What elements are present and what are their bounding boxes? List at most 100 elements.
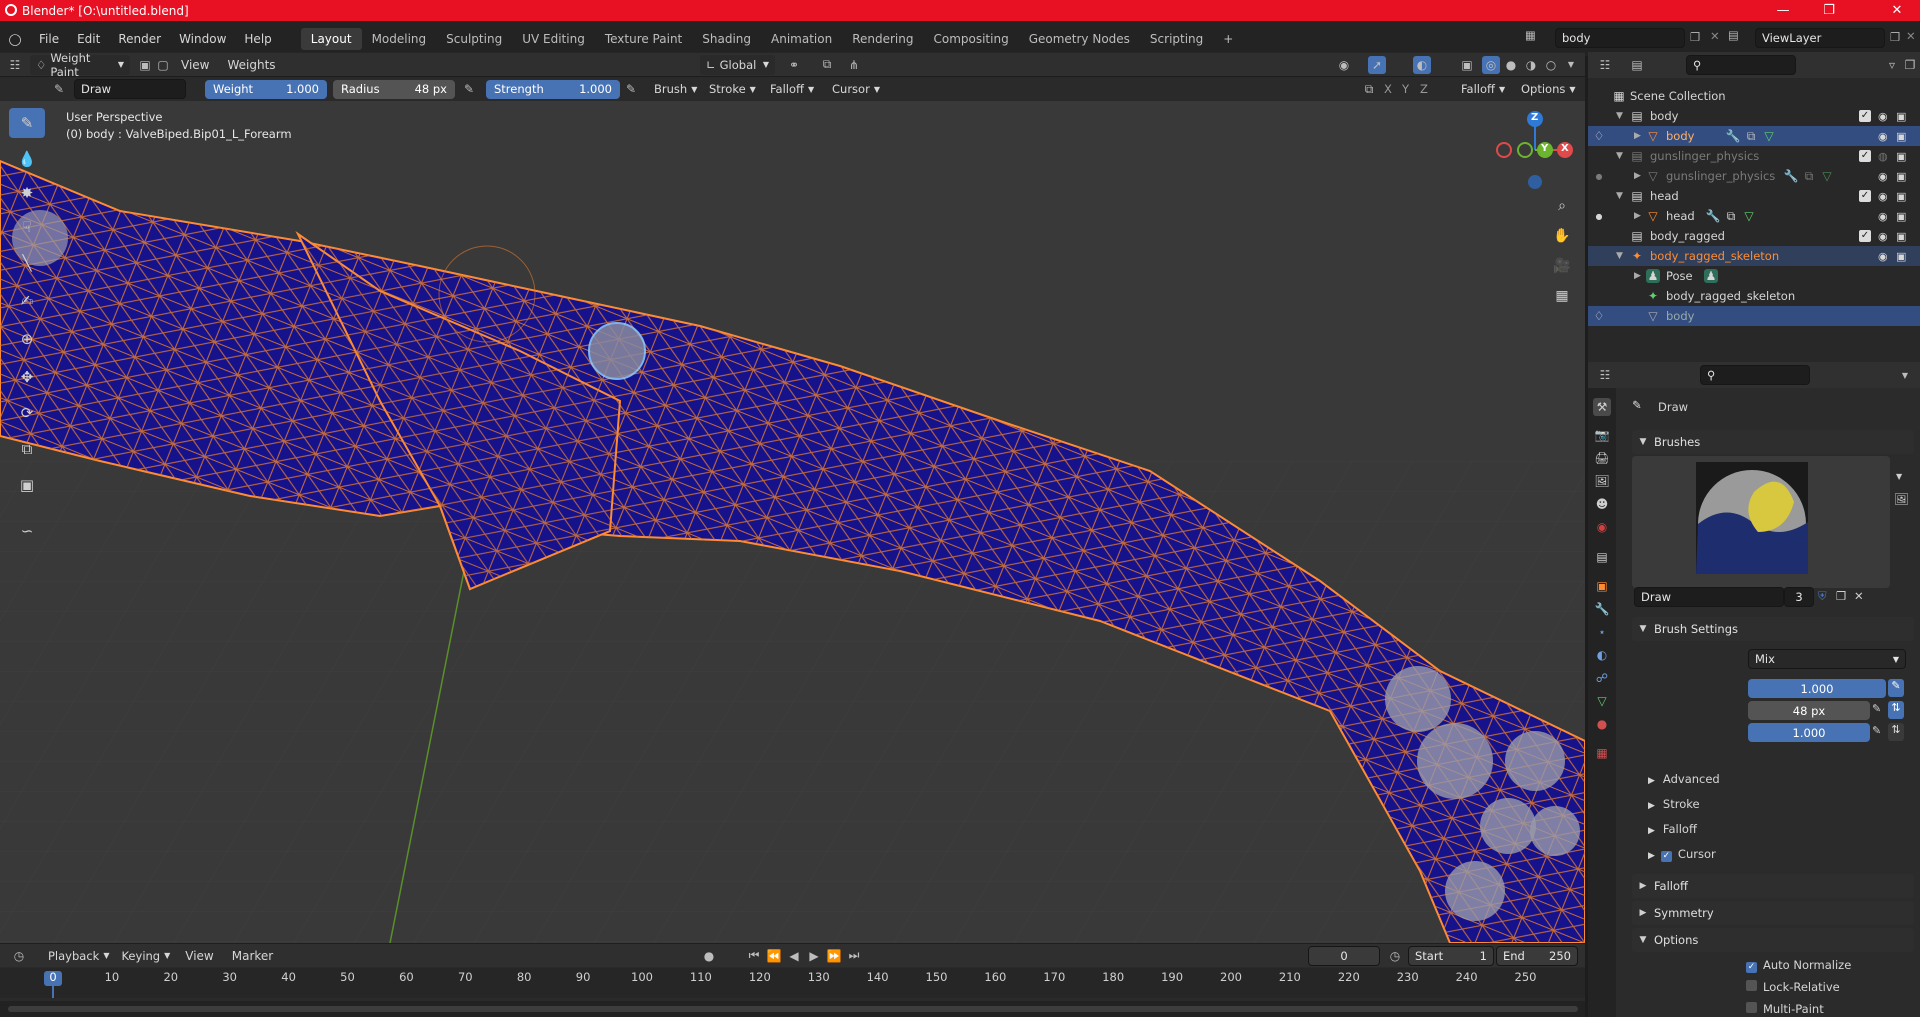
play-reverse-icon[interactable]: ◀: [785, 947, 803, 965]
record-icon[interactable]: ●: [700, 947, 718, 965]
gradient-tool-icon[interactable]: ╲: [9, 248, 45, 278]
playback-menu[interactable]: Playback ▼: [42, 946, 115, 966]
visibility-eye-icon[interactable]: ◉: [1878, 130, 1888, 143]
strength-unit-icon[interactable]: ⇅: [1888, 723, 1904, 741]
radius-slider[interactable]: Radius 48 px: [333, 79, 455, 99]
visibility-selectability-icon[interactable]: ◉: [1335, 56, 1353, 74]
duplicate-brush-icon[interactable]: ❐: [1836, 589, 1846, 603]
exclude-checkbox[interactable]: ✓: [1859, 230, 1871, 242]
multi-paint-checkbox[interactable]: [1746, 1002, 1757, 1013]
texture-tab-icon[interactable]: ▦: [1593, 744, 1611, 762]
outliner-search-field[interactable]: ⚲: [1686, 55, 1796, 75]
menu-weights[interactable]: Weights: [218, 58, 284, 72]
editor-type-icon[interactable]: ☷: [1596, 366, 1614, 384]
filter-icon[interactable]: ▿: [1883, 56, 1901, 74]
render-camera-icon[interactable]: ▣: [1896, 210, 1906, 223]
play-icon[interactable]: ▶: [805, 947, 823, 965]
cursor-checkbox[interactable]: ✓: [1660, 851, 1672, 862]
outliner-row-collection-gunslinger[interactable]: ▼ ▤ gunslinger_physics ✓ ◍ ▣: [1588, 146, 1920, 166]
visibility-eye-icon[interactable]: ◉: [1878, 190, 1888, 203]
auto-normalize-option[interactable]: ✓ Auto Normalize: [1746, 958, 1851, 973]
gizmo-toggle-icon[interactable]: ➚: [1368, 55, 1386, 74]
stroke-menu[interactable]: Stroke ▼: [703, 79, 762, 99]
lock-relative-checkbox[interactable]: [1746, 980, 1757, 991]
pivot-icon[interactable]: ⚭: [785, 56, 803, 74]
visibility-eye-icon[interactable]: ◉: [1878, 250, 1888, 263]
workspace-tab-modeling[interactable]: Modeling: [362, 28, 437, 50]
particles-tab-icon[interactable]: ⋆: [1593, 623, 1611, 641]
brush-menu[interactable]: Brush ▼: [648, 79, 703, 99]
pressure-strength-icon[interactable]: ✎: [622, 80, 640, 98]
vertex-select-icon[interactable]: ▢: [154, 56, 172, 74]
bone-joint-sphere[interactable]: [1505, 731, 1565, 791]
options-menu[interactable]: Options ▼: [1515, 79, 1582, 99]
falloff-section-header[interactable]: ▶ Falloff: [1632, 874, 1914, 898]
strength-slider[interactable]: 1.000: [1748, 723, 1870, 742]
xray-toggle-icon[interactable]: ▣: [1458, 56, 1476, 74]
material-tab-icon[interactable]: ●: [1593, 715, 1611, 733]
visibility-eye-closed-icon[interactable]: ◍: [1878, 150, 1888, 163]
bone-joint-sphere[interactable]: [1385, 666, 1451, 732]
weight-paint-mode-icon[interactable]: ♢: [1592, 129, 1606, 143]
current-frame-field[interactable]: 0: [1308, 946, 1380, 966]
blender-menu-icon[interactable]: ◯: [0, 32, 30, 46]
workspace-tab-scripting[interactable]: Scripting: [1140, 28, 1213, 50]
weight-paint-mode-icon[interactable]: ♢: [1592, 309, 1606, 323]
navigation-gizmo[interactable]: Z Y X: [1490, 105, 1580, 195]
menu-file[interactable]: File: [30, 32, 68, 46]
editor-type-icon[interactable]: ☷: [6, 56, 24, 74]
move-tool-icon[interactable]: ✥: [9, 362, 45, 392]
annotate-tool-icon[interactable]: ∽: [9, 516, 45, 546]
workspace-tab-layout[interactable]: Layout: [300, 27, 362, 50]
menu-view[interactable]: View: [172, 58, 218, 72]
bone-joint-sphere[interactable]: [588, 322, 646, 380]
exclude-checkbox[interactable]: ✓: [1859, 190, 1871, 202]
draw-tool-icon[interactable]: ✎: [9, 108, 45, 138]
keying-menu[interactable]: Keying ▼: [115, 946, 176, 966]
sample-weight-tool-icon[interactable]: ✍: [9, 286, 45, 316]
symmetry-section-header[interactable]: ▶ Symmetry: [1632, 901, 1914, 925]
next-keyframe-icon[interactable]: ⏩: [825, 947, 843, 965]
view-layer-tab-icon[interactable]: 🖼: [1593, 472, 1611, 490]
render-camera-icon[interactable]: ▣: [1896, 170, 1906, 183]
rendered-shading-icon[interactable]: ○: [1542, 56, 1560, 74]
lock-relative-option[interactable]: Lock-Relative: [1746, 980, 1840, 994]
scale-tool-icon[interactable]: ⧉: [9, 434, 45, 464]
expand-arrow-icon[interactable]: ▶: [1634, 271, 1641, 281]
bone-joint-sphere[interactable]: [1417, 723, 1493, 799]
exclude-checkbox[interactable]: ✓: [1859, 150, 1871, 162]
brush-name-field[interactable]: Draw: [74, 79, 186, 99]
shading-options-icon[interactable]: ▼: [1562, 56, 1580, 74]
display-mode-icon[interactable]: ▤: [1628, 56, 1646, 74]
solid-shading-icon[interactable]: ●: [1502, 56, 1520, 74]
brush-preview-box[interactable]: [1632, 456, 1890, 588]
expand-arrow-icon[interactable]: ▼: [1616, 251, 1623, 261]
radius-slider[interactable]: 48 px: [1748, 701, 1870, 720]
menu-help[interactable]: Help: [235, 32, 280, 46]
workspace-tab-geometry-nodes[interactable]: Geometry Nodes: [1019, 28, 1140, 50]
mesh-data-tab-icon[interactable]: ▽: [1593, 692, 1611, 710]
snap-icon[interactable]: ⧉: [818, 56, 836, 74]
blend-dropdown[interactable]: Mix ▼: [1748, 649, 1906, 669]
clock-editor-icon[interactable]: ◷: [10, 947, 28, 965]
view-menu[interactable]: View: [176, 949, 222, 963]
outliner-row-mesh-gunslinger[interactable]: ● ▶ ▽ gunslinger_physics 🔧 ⧉ ▽ ◉ ▣: [1588, 166, 1920, 186]
falloff-subsection[interactable]: ▶ Falloff: [1648, 822, 1697, 836]
timeline-scrollbar[interactable]: [0, 1001, 1585, 1017]
outliner-row-mesh-body[interactable]: ♢ ▶ ▽ body 🔧 ⧉ ▽ ◉ ▣: [1588, 126, 1920, 146]
scene-tab-icon[interactable]: ☻: [1593, 495, 1611, 513]
brush-name-field[interactable]: Draw: [1634, 587, 1784, 607]
average-tool-icon[interactable]: ✸: [9, 178, 45, 208]
constraints-tab-icon[interactable]: ☍: [1593, 669, 1611, 687]
radius-unit-icon[interactable]: ⇅: [1888, 701, 1904, 719]
copy-viewlayer-icon[interactable]: ❐: [1890, 30, 1900, 44]
new-collection-icon[interactable]: ❐: [1901, 56, 1919, 74]
minimize-icon[interactable]: —: [1760, 0, 1806, 21]
multi-paint-option[interactable]: Multi-Paint: [1746, 1002, 1824, 1016]
outliner-row-armature[interactable]: ▼ ✦ body_ragged_skeleton ◉ ▣: [1588, 246, 1920, 266]
blur-tool-icon[interactable]: 💧: [9, 144, 45, 174]
physics-tab-icon[interactable]: ◐: [1593, 646, 1611, 664]
cursor-tool-icon[interactable]: ⊕: [9, 324, 45, 354]
expand-arrow-icon[interactable]: ▼: [1616, 151, 1623, 161]
transform-tool-icon[interactable]: ▣: [9, 470, 45, 500]
